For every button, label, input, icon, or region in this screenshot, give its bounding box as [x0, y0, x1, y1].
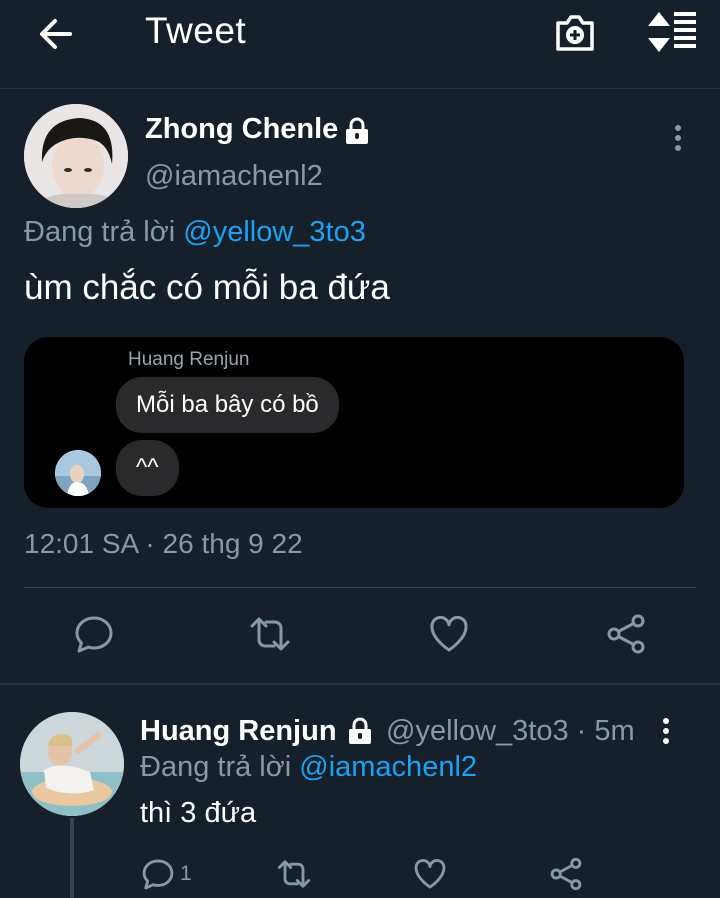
reply-author-name[interactable]: Huang Renjun [140, 715, 337, 748]
replying-to-link[interactable]: @yellow_3to3 [183, 216, 366, 248]
chat-avatar [55, 450, 101, 496]
page-title: Tweet [145, 10, 247, 51]
like-icon[interactable] [427, 612, 471, 656]
chat-sender-name: Huang Renjun [128, 349, 250, 370]
more-options-icon[interactable] [652, 716, 680, 748]
tweet-image[interactable]: Huang Renjun Mỗi ba bây có bồ ^^ [24, 337, 684, 508]
retweet-icon[interactable] [248, 612, 292, 656]
reply-author-handle[interactable]: @yellow_3to3 · 5m [386, 715, 635, 748]
tweet-timestamp: 12:01 SA · 26 thg 9 22 [24, 528, 303, 559]
lock-icon [342, 116, 372, 146]
retweet-icon[interactable] [276, 856, 312, 892]
replying-to-line: Đang trả lời @yellow_3to3 [24, 216, 366, 249]
author-handle[interactable]: @iamachenl2 [145, 160, 323, 193]
more-options-icon[interactable] [664, 120, 692, 160]
replying-to-line: Đang trả lời @iamachenl2 [140, 751, 477, 784]
share-icon[interactable] [604, 612, 648, 656]
replying-to-link[interactable]: @iamachenl2 [299, 751, 477, 783]
divider [24, 587, 696, 588]
share-icon[interactable] [548, 856, 584, 892]
lock-icon [345, 716, 375, 746]
chat-bubble: Mỗi ba bây có bồ [116, 377, 339, 433]
camera-plus-icon[interactable] [552, 10, 598, 56]
like-icon[interactable] [412, 856, 448, 892]
author-avatar[interactable] [24, 104, 128, 208]
sort-list-icon[interactable] [646, 10, 698, 54]
reply-count: 1 [180, 862, 192, 885]
author-name[interactable]: Zhong Chenle [145, 113, 338, 146]
replying-prefix: Đang trả lời [24, 216, 176, 248]
section-divider [0, 683, 720, 685]
reply-text: thì 3 đứa [140, 797, 257, 829]
back-arrow-icon[interactable] [36, 14, 76, 54]
tweet-text: ùm chắc có mỗi ba đứa [24, 268, 390, 307]
reply-icon[interactable] [72, 612, 116, 656]
top-bar [0, 0, 720, 89]
thread-line [70, 818, 74, 898]
reply-icon[interactable] [140, 856, 176, 892]
replying-prefix: Đang trả lời [140, 751, 292, 783]
chat-bubble: ^^ [116, 440, 179, 496]
reply-author-avatar[interactable] [20, 712, 124, 816]
